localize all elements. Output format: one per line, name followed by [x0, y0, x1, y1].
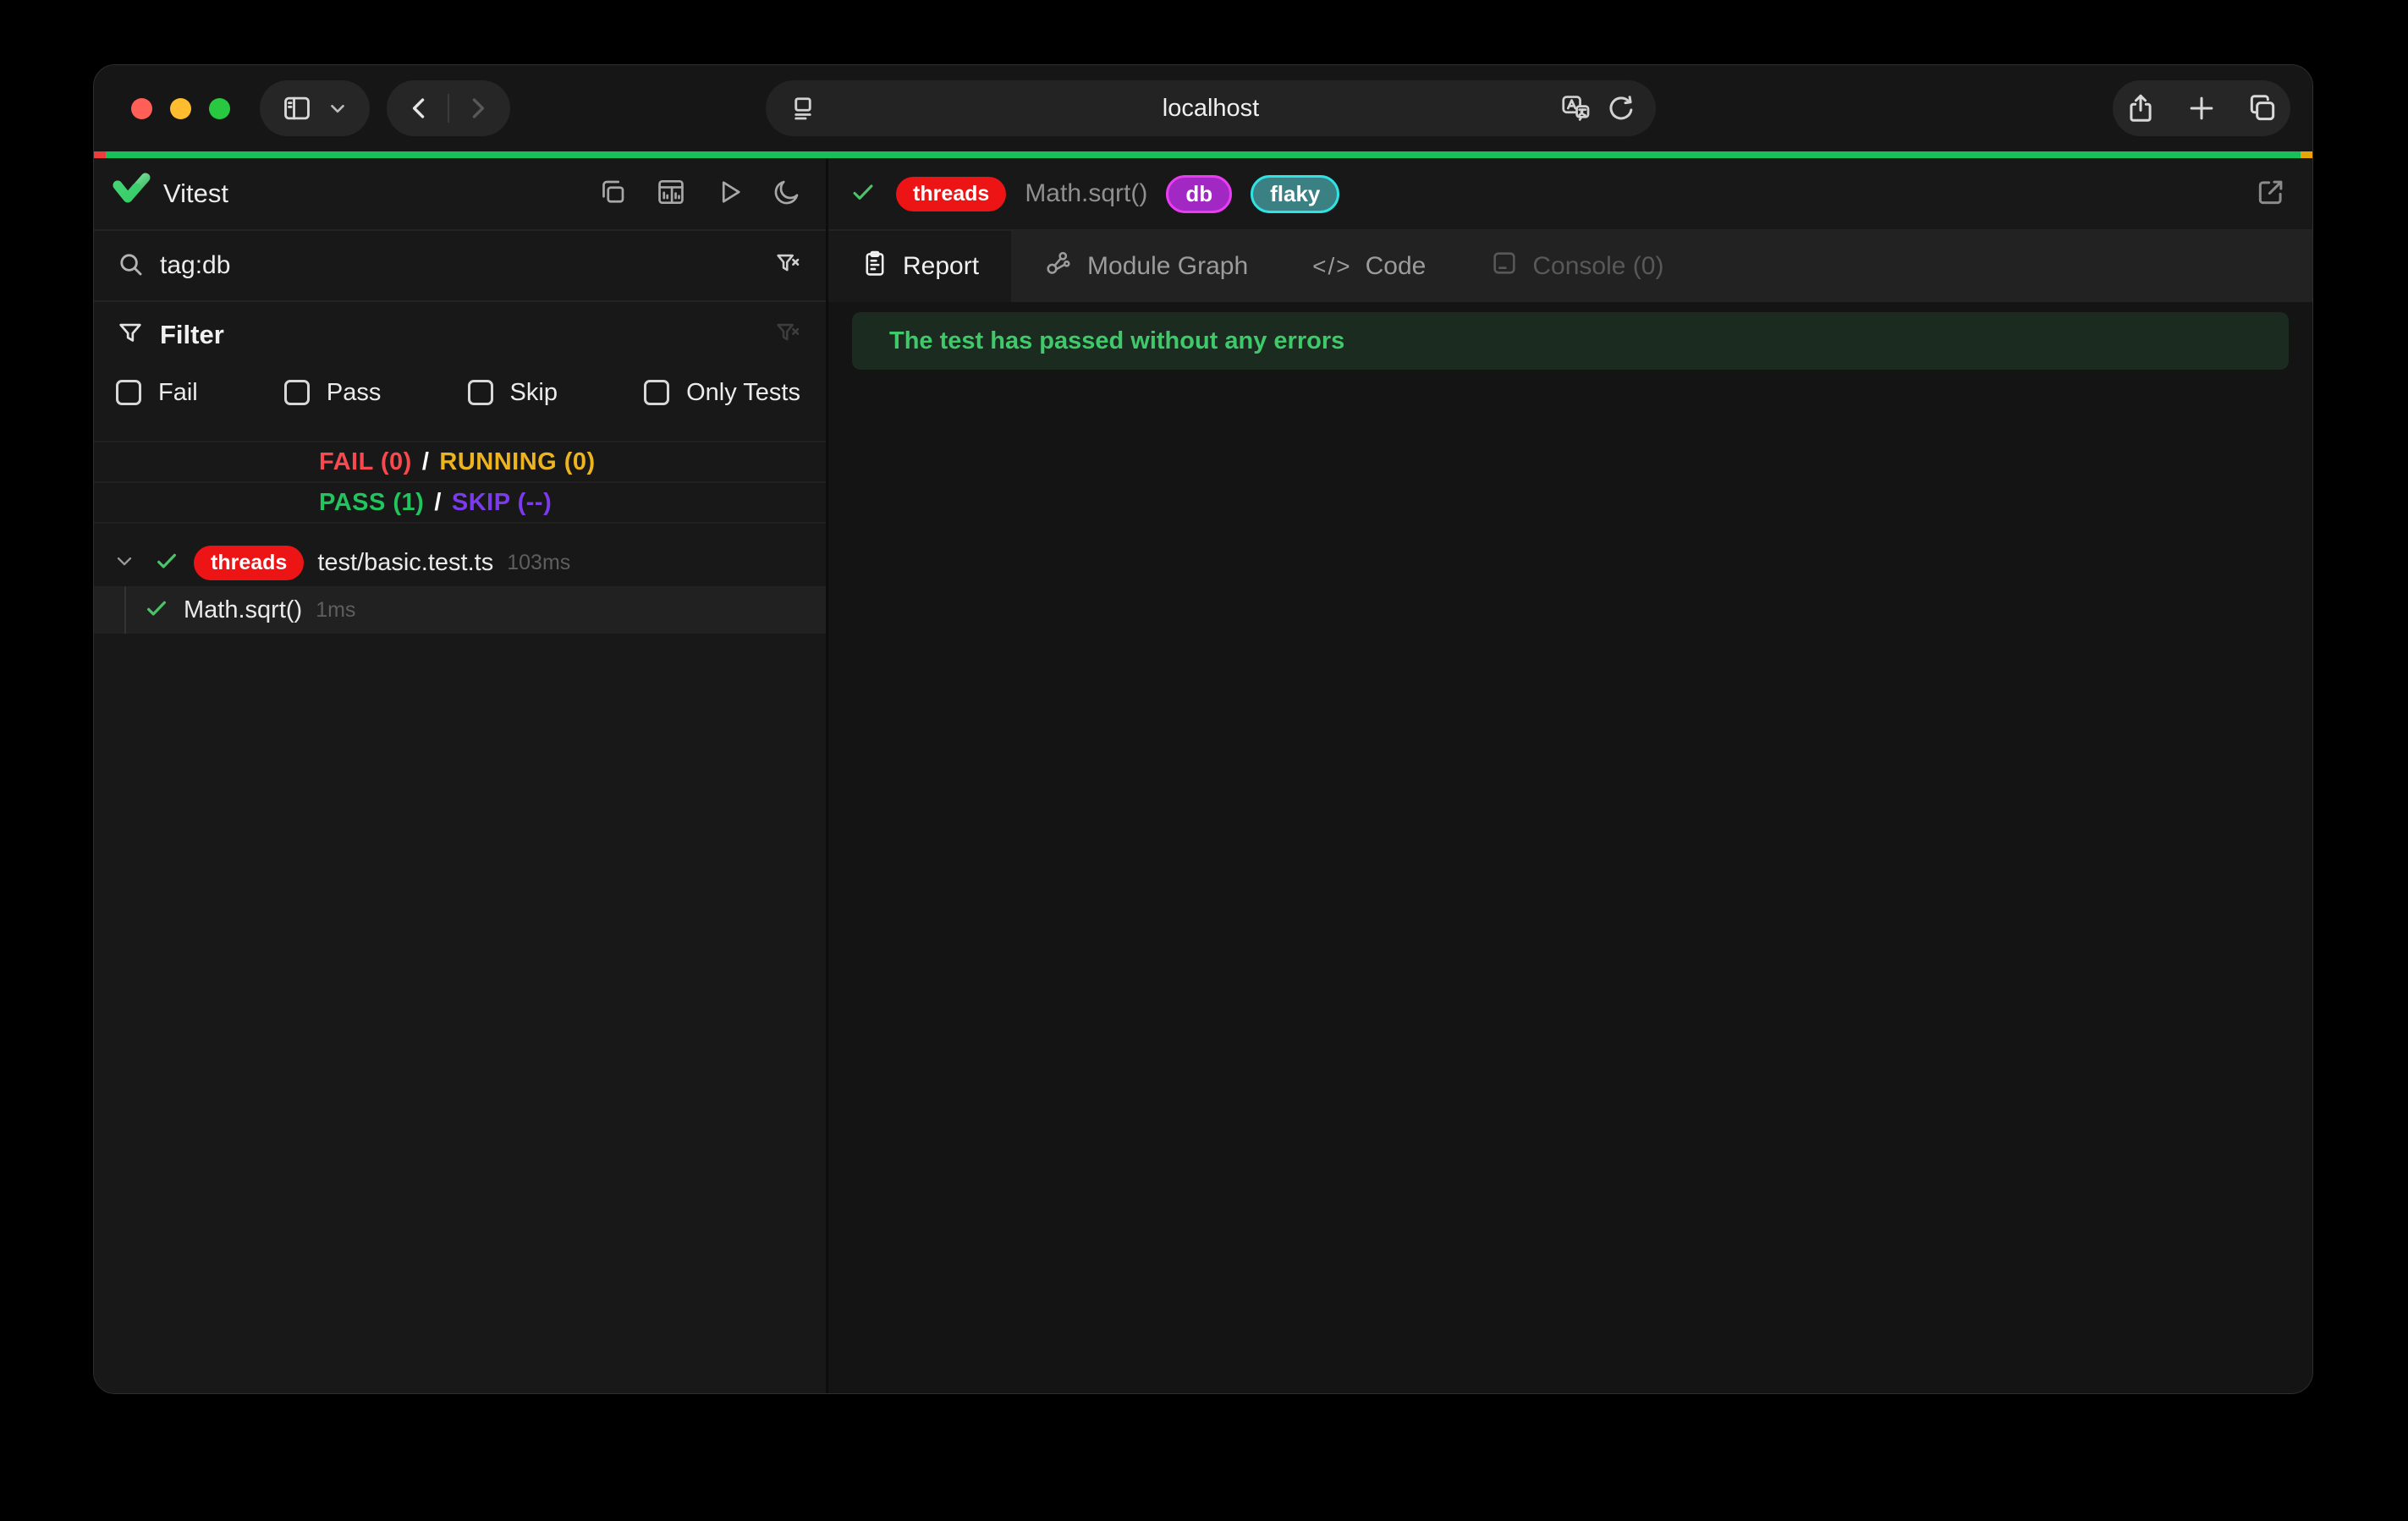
report-icon	[860, 249, 889, 284]
checkbox-pass[interactable]	[284, 380, 310, 405]
zoom-button[interactable]	[209, 98, 230, 119]
vitest-logo-icon	[111, 172, 151, 217]
tag-badge-flaky: flaky	[1251, 175, 1339, 213]
detail-tabs: Report Module Graph	[828, 231, 2312, 302]
tab-console[interactable]: Console (0)	[1458, 231, 1696, 302]
external-link-icon[interactable]	[2255, 176, 2287, 212]
nav-divider	[448, 94, 449, 123]
progress-pass-segment	[106, 151, 2301, 158]
test-file-duration: 103ms	[507, 551, 570, 575]
forward-button[interactable]	[463, 94, 492, 123]
pass-check-icon	[143, 595, 170, 626]
sidebar-toggle-icon	[281, 92, 313, 124]
pass-check-icon	[849, 178, 877, 211]
stat-running: RUNNING (0)	[439, 448, 595, 476]
tag-badge-db: db	[1166, 175, 1232, 213]
back-button[interactable]	[405, 94, 434, 123]
stat-pass: PASS (1)	[319, 489, 424, 517]
search-input[interactable]	[160, 251, 758, 280]
filter-options: Fail Pass Skip Only Tests	[94, 368, 826, 417]
stats-row-fail-running: FAIL (0) / RUNNING (0)	[94, 442, 826, 483]
test-detail-title: Math.sqrt()	[1025, 179, 1147, 208]
url-text: localhost	[766, 80, 1656, 136]
checkbox-skip[interactable]	[468, 380, 493, 405]
console-icon	[1490, 249, 1519, 284]
address-bar[interactable]: localhost	[766, 80, 1656, 136]
tabs-overview-icon[interactable]	[2246, 92, 2279, 124]
browser-titlebar: localhost	[94, 65, 2312, 151]
sidebar: Vitest	[94, 158, 828, 1394]
filter-option-only-tests[interactable]: Only Tests	[644, 379, 800, 407]
nav-buttons	[387, 80, 510, 136]
progress-pending-segment	[2301, 151, 2312, 158]
test-file-name: test/basic.test.ts	[317, 549, 493, 577]
code-icon: </>	[1312, 253, 1351, 280]
clear-filter-icon[interactable]	[773, 250, 802, 283]
main-panel: threads Math.sqrt() db flaky	[828, 158, 2312, 1394]
dark-mode-icon[interactable]	[772, 177, 802, 211]
reload-icon[interactable]	[1605, 92, 1637, 129]
search-icon	[116, 250, 145, 283]
desktop: localhost	[0, 0, 2408, 1521]
app-title: Vitest	[163, 178, 228, 209]
chevron-down-icon	[327, 97, 349, 119]
vitest-ui: Vitest	[94, 158, 2312, 1394]
indent-guide	[124, 586, 126, 634]
clear-filter-icon-dim[interactable]	[773, 319, 802, 352]
traffic-lights	[131, 98, 230, 119]
pass-check-icon	[153, 547, 180, 579]
sidebar-toggle-button[interactable]	[260, 80, 370, 136]
new-tab-icon[interactable]	[2185, 92, 2218, 124]
test-case-duration: 1ms	[316, 598, 355, 623]
filter-option-skip[interactable]: Skip	[468, 379, 558, 407]
close-button[interactable]	[131, 98, 152, 119]
collapse-panels-icon[interactable]	[597, 177, 628, 211]
test-detail-header: threads Math.sqrt() db flaky	[828, 158, 2312, 231]
checkbox-fail[interactable]	[116, 380, 141, 405]
checkbox-only-tests[interactable]	[644, 380, 669, 405]
sidebar-header: Vitest	[94, 158, 826, 231]
report-content: The test has passed without any errors	[828, 302, 2312, 1394]
share-icon[interactable]	[2125, 92, 2157, 124]
test-progress-bar	[94, 151, 2312, 158]
test-file-row[interactable]: threads test/basic.test.ts 103ms	[94, 539, 826, 586]
dashboard-icon[interactable]	[655, 176, 687, 212]
progress-fail-segment	[94, 151, 106, 158]
test-tree: threads test/basic.test.ts 103ms Math.sq…	[94, 539, 826, 634]
run-all-icon[interactable]	[714, 177, 745, 211]
stat-skip: SKIP (--)	[452, 489, 552, 517]
pool-badge: threads	[896, 177, 1006, 211]
pool-badge: threads	[194, 546, 304, 580]
test-case-row[interactable]: Math.sqrt() 1ms	[94, 586, 826, 634]
funnel-icon	[116, 319, 145, 352]
browser-window: localhost	[93, 64, 2313, 1394]
minimize-button[interactable]	[170, 98, 191, 119]
filter-label: Filter	[160, 320, 224, 350]
tab-report[interactable]: Report	[828, 231, 1011, 302]
stats-row-pass-skip: PASS (1) / SKIP (--)	[94, 483, 826, 524]
tab-code[interactable]: </> Code	[1280, 231, 1458, 302]
translate-icon[interactable]	[1559, 92, 1592, 129]
pass-banner: The test has passed without any errors	[852, 312, 2289, 370]
filter-header: Filter	[94, 302, 826, 368]
toolbar-actions	[2113, 80, 2290, 136]
filter-option-fail[interactable]: Fail	[116, 379, 198, 407]
stat-fail: FAIL (0)	[319, 448, 412, 476]
test-case-name: Math.sqrt()	[184, 596, 302, 624]
module-graph-icon	[1043, 248, 1074, 285]
tab-module-graph[interactable]: Module Graph	[1011, 231, 1280, 302]
filter-option-pass[interactable]: Pass	[284, 379, 381, 407]
chevron-down-icon[interactable]	[113, 549, 136, 577]
test-stats: FAIL (0) / RUNNING (0) PASS (1) / SKIP (…	[94, 441, 826, 524]
search-bar	[94, 231, 826, 302]
